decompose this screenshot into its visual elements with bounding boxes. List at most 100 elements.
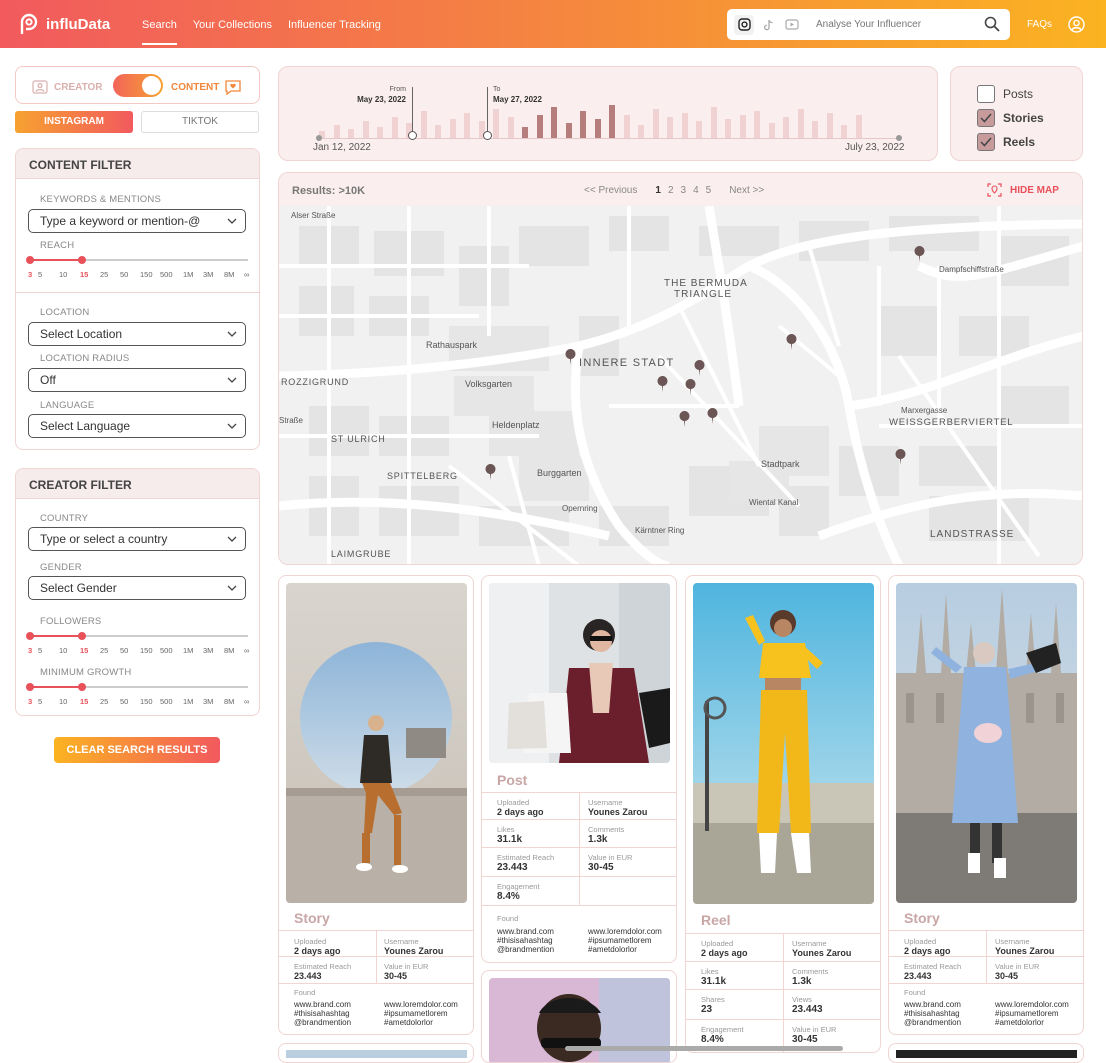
field-label: Value in EUR: [792, 1025, 837, 1034]
found-item: #ipsumametlorem: [384, 1009, 448, 1018]
slider-handle-min[interactable]: [26, 256, 34, 264]
location-radius-select[interactable]: Off: [28, 368, 246, 392]
nav-your-collections[interactable]: Your Collections: [193, 0, 272, 45]
slider-fill: [30, 686, 84, 688]
content-card-post[interactable]: Post Uploaded 2 days ago Username Younes Z…: [481, 575, 677, 963]
grid-line: [482, 876, 676, 877]
slider-handle-min[interactable]: [26, 632, 34, 640]
slider-tick-label: 15: [80, 646, 89, 655]
page-5[interactable]: 5: [706, 185, 712, 196]
search-icon[interactable]: [984, 16, 1000, 32]
checkbox-posts[interactable]: Posts: [977, 85, 1033, 103]
gender-value: Select Gender: [40, 581, 117, 595]
page-1[interactable]: 1: [655, 185, 661, 196]
influencer-search-input[interactable]: [816, 19, 976, 30]
field-label: Username: [995, 937, 1030, 946]
tiktok-icon[interactable]: [758, 15, 778, 35]
slider-handle-max[interactable]: [78, 256, 86, 264]
checkbox-box[interactable]: [977, 109, 995, 127]
page-3[interactable]: 3: [681, 185, 687, 196]
hide-map-button[interactable]: HIDE MAP: [987, 183, 1059, 197]
slider-handle-max[interactable]: [78, 683, 86, 691]
from-handle-label: From May 23, 2022: [354, 85, 406, 106]
mode-toggle-switch[interactable]: [113, 74, 163, 97]
checkbox-label: Reels: [1003, 135, 1036, 149]
content-card-story[interactable]: Story Uploaded 2 days ago Username Younes …: [278, 575, 474, 1035]
checkbox-label: Stories: [1003, 111, 1044, 125]
timeline-bar: [551, 107, 557, 139]
keywords-input[interactable]: Type a keyword or mention-@: [28, 209, 246, 233]
estimated-reach-field: Estimated Reach 23.443: [904, 962, 961, 981]
content-card-reel[interactable]: Reel Uploaded 2 days ago Username Younes Z…: [685, 575, 881, 1053]
country-select[interactable]: Type or select a country: [28, 527, 246, 551]
estimated-reach-field: Estimated Reach 23.443: [497, 853, 554, 873]
street-map[interactable]: THE BERMUDA TRIANGLE INNERE STADT Rathau…: [279, 206, 1083, 565]
prev-page-link[interactable]: << Previous: [584, 185, 637, 196]
svg-text:Marxergasse: Marxergasse: [901, 406, 948, 415]
value-eur-field: Value in EUR 30-45: [588, 853, 632, 873]
slider-tick-label: 3M: [203, 270, 214, 279]
minimum-growth-slider[interactable]: 3 5 10 15 25 50 150 500 1M 3M 8M ∞: [26, 683, 249, 706]
grid-line: [279, 956, 473, 957]
slider-handle-max[interactable]: [78, 632, 86, 640]
slider-tick-label: 8M: [224, 697, 235, 706]
location-select[interactable]: Select Location: [28, 322, 246, 346]
to-handle[interactable]: [483, 131, 492, 140]
slider-tick-label: ∞: [244, 270, 250, 279]
gender-select[interactable]: Select Gender: [28, 576, 246, 600]
checkbox-reels[interactable]: Reels: [977, 133, 1035, 151]
horizontal-scrollbar[interactable]: [565, 1046, 843, 1051]
checkbox-box[interactable]: [977, 85, 995, 103]
field-label: Value in EUR: [995, 962, 1040, 971]
creator-mode-option[interactable]: CREATOR: [32, 80, 103, 94]
content-card-partial[interactable]: [278, 1043, 474, 1063]
toggle-knob: [142, 76, 161, 95]
field-value: 2 days ago: [904, 946, 951, 956]
from-date: May 23, 2022: [357, 95, 406, 104]
clear-search-results-button[interactable]: CLEAR SEARCH RESULTS: [54, 737, 220, 763]
youtube-icon[interactable]: [782, 15, 802, 35]
nav-influencer-tracking[interactable]: Influencer Tracking: [288, 0, 381, 45]
content-mode-label: CONTENT: [171, 82, 220, 93]
field-label: Likes: [701, 967, 719, 976]
page-4[interactable]: 4: [693, 185, 699, 196]
timeline-bar: [609, 105, 615, 139]
nav-search[interactable]: Search: [142, 0, 177, 45]
timeline-bar: [855, 115, 862, 139]
slider-tick-label: 50: [120, 697, 129, 706]
language-select[interactable]: Select Language: [28, 414, 246, 438]
field-label: Shares: [701, 995, 725, 1004]
user-profile-icon[interactable]: [1068, 16, 1085, 33]
content-card-story[interactable]: Story Uploaded 2 days ago Username Younes …: [888, 575, 1084, 1035]
divider: [16, 292, 259, 293]
logo[interactable]: influData: [18, 12, 110, 36]
chevron-down-icon: [227, 536, 237, 542]
field-value: Younes Zarou: [995, 946, 1055, 956]
faqs-link[interactable]: FAQs: [1027, 19, 1052, 30]
checkbox-stories[interactable]: Stories: [977, 109, 1044, 127]
slider-tick-label: 3M: [203, 697, 214, 706]
tab-instagram[interactable]: INSTAGRAM: [15, 111, 133, 133]
checkbox-box[interactable]: [977, 133, 995, 151]
followers-slider[interactable]: 3 5 10 15 25 50 150 500 1M 3M 8M ∞: [26, 632, 249, 655]
slider-handle-min[interactable]: [26, 683, 34, 691]
from-handle[interactable]: [408, 131, 417, 140]
reach-slider[interactable]: 3 5 10 15 25 50 150 500 1M 3M 8M ∞: [26, 256, 250, 279]
timeline-axis: [319, 138, 899, 139]
content-card-partial[interactable]: [888, 1043, 1084, 1063]
next-page-link[interactable]: Next >>: [729, 185, 764, 196]
found-item: www.loremdolor.com: [588, 927, 662, 936]
tab-tiktok[interactable]: TIKTOK: [141, 111, 259, 133]
date-range-timeline[interactable]: Jan 12, 2022 July 23, 2022 From May 23, …: [278, 66, 938, 161]
slider-tick-label: 25: [100, 697, 109, 706]
field-value: 23.443: [497, 862, 528, 873]
field-label: Username: [792, 939, 827, 948]
page-2[interactable]: 2: [668, 185, 674, 196]
grid-line: [482, 905, 676, 906]
svg-text:Dampfschiffstraße: Dampfschiffstraße: [939, 265, 1004, 274]
slider-tick-label: 1M: [183, 697, 194, 706]
instagram-icon[interactable]: [734, 14, 754, 35]
content-mode-option[interactable]: CONTENT: [171, 80, 241, 95]
slider-tick-label: 50: [120, 270, 129, 279]
svg-text:Alser Straße: Alser Straße: [291, 211, 336, 220]
